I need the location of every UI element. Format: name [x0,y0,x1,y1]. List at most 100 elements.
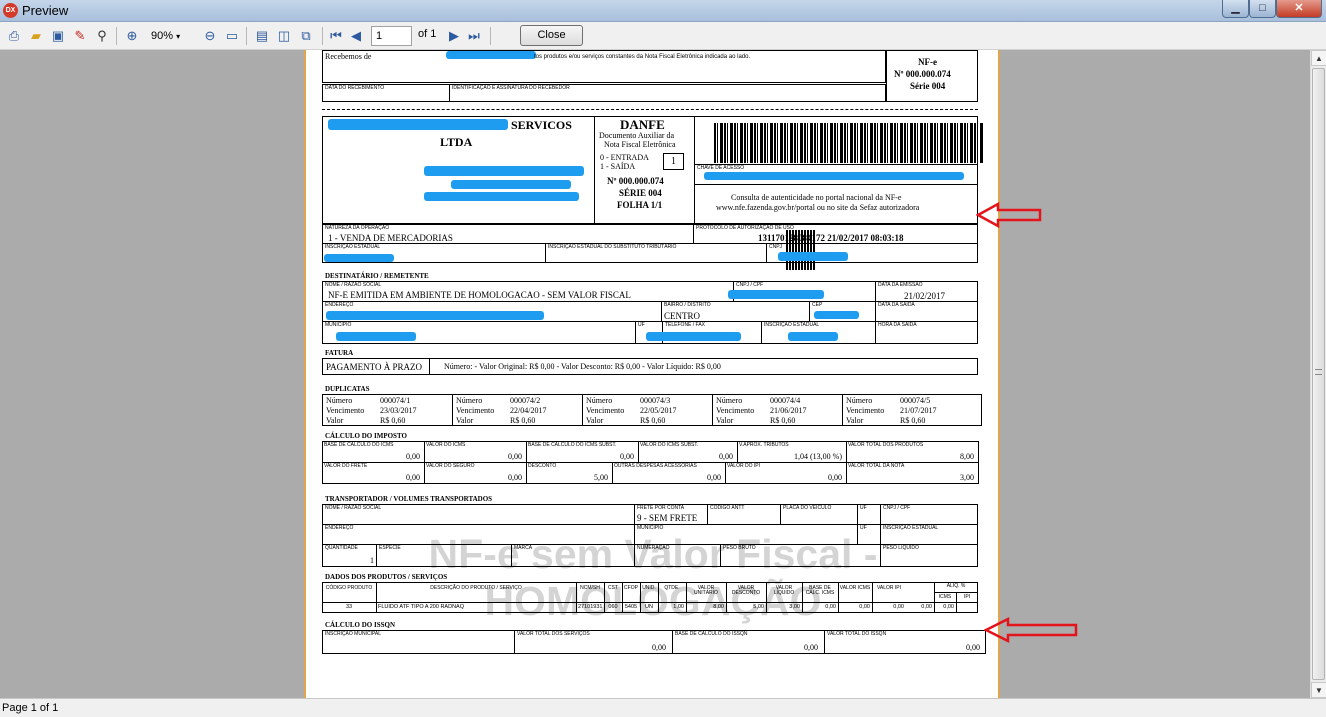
minimize-button[interactable]: ▁ [1222,0,1249,18]
imposto-label: VALOR DO FRETE [324,463,368,469]
scroll-up-icon[interactable]: ▲ [1311,50,1326,66]
zoom-out-icon[interactable]: ⊖ [200,26,220,46]
first-page-icon[interactable]: ⏮ [326,26,346,46]
ie-label: INSCRIÇÃO ESTADUAL [325,244,381,250]
redaction [778,252,848,261]
dup-num-label: Número [716,396,743,405]
dest-mun-label: MUNICÍPIO [325,322,352,328]
maximize-button[interactable]: □ [1249,0,1276,18]
dup-valor-label: Valor [586,416,604,425]
signature-label: IDENTIFICAÇÃO E ASSINATURA DO RECEBEDOR [452,85,570,91]
watermark: NF-e sem Valor Fiscal - HOMOLOGAÇÃO [328,531,978,625]
dup-valor: R$ 0,60 [900,416,926,425]
consulta-line1: Consulta de autenticidade no portal naci… [731,193,902,202]
danfe-sub2: Nota Fiscal Eletrônica [604,140,676,149]
tipo-saida: 1 - SAÍDA [600,162,636,171]
nfe-number: Nº 000.000.074 [894,69,951,79]
title-bar: DX Preview ▁ □ ✕ [0,0,1326,22]
two-pages-icon[interactable]: ◫ [274,26,294,46]
dup-venc: 22/04/2017 [510,406,547,415]
tipo-box: 1 [663,153,684,170]
scroll-down-icon[interactable]: ▼ [1311,682,1326,698]
scrollbar-thumb[interactable] [1312,68,1325,680]
zoom-value: 90% [151,30,174,42]
single-page-icon[interactable]: ▤ [252,26,272,46]
divider [582,394,583,426]
natureza-label: NATUREZA DA OPERAÇÃO [325,225,390,231]
issqn-vts: 0,00 [652,643,666,652]
tipo-entrada: 0 - ENTRADA [600,153,649,162]
dup-venc: 21/06/2017 [770,406,807,415]
danfe-number: Nº 000.000.074 [607,176,664,186]
open-folder-icon[interactable]: ▰ [26,26,46,46]
print-icon[interactable]: ⎙ [4,26,24,46]
annotation-arrow-icon [976,202,1042,228]
transp-placa-label: PLACA DO VEÍCULO [783,505,832,511]
transp-uf-label: UF [860,505,867,511]
redaction [324,254,394,262]
last-page-icon[interactable]: ⏭ [464,26,484,46]
chevron-down-icon: ▾ [176,32,181,41]
transp-antt-label: CÓDIGO ANTT [710,505,745,511]
vertical-scrollbar[interactable]: ▲ ▼ [1310,50,1326,698]
issqn-im-label: INSCRIÇÃO MUNICIPAL [325,631,382,637]
imposto-value: 0,00 [707,473,721,482]
export-pdf-icon[interactable]: ✎ [70,26,90,46]
redaction [424,192,579,201]
imposto-value: 0,00 [719,452,733,461]
zoom-select[interactable]: 90% ▾ [148,27,200,46]
receipt-text: tos produtos e/ou serviços constantes da… [534,54,751,60]
imposto-label: VALOR TOTAL DA NOTA [848,463,905,469]
dup-valor: R$ 0,60 [380,416,406,425]
next-page-icon[interactable]: ▶ [444,26,464,46]
close-button[interactable]: Close [520,25,583,46]
status-page: Page 1 of 1 [2,702,59,714]
fatura-detail: Número: - Valor Original: R$ 0,00 - Valo… [444,362,721,371]
transp-frete: 9 - SEM FRETE [637,513,698,523]
danfe-page: Recebemos de tos produtos e/ou serviços … [304,50,1000,698]
zoom-in-icon[interactable]: ⊕ [122,26,142,46]
preview-viewport: Recebemos de tos produtos e/ou serviços … [0,50,1310,698]
annotation-arrow-icon [984,617,1078,643]
imposto-label: BASE DE CÁLCULO DO ICMS [324,442,394,448]
dest-emissao-label: DATA DA EMISSÃO [878,282,923,288]
natureza-value: 1 - VENDA DE MERCADORIAS [328,233,453,243]
dup-venc: 22/05/2017 [640,406,677,415]
transp-cnpj-label: CNPJ / CPF [883,505,911,511]
multi-page-icon[interactable]: ⧉ [296,26,316,46]
danfe-sub1: Documento Auxiliar da [599,131,675,140]
date-received-label: DATA DO RECEBIMENTO [325,85,385,91]
page-width-icon[interactable]: ▭ [222,26,242,46]
cnpj-label: CNPJ [769,244,783,250]
dup-venc-label: Vencimento [716,406,755,415]
imposto-value: 0,00 [620,452,634,461]
imposto-label: VALOR TOTAL DOS PRODUTOS [848,442,924,448]
dup-venc-label: Vencimento [456,406,495,415]
issqn-base-label: BASE DE CÁLCULO DO ISSQN [675,631,748,637]
dup-venc: 21/07/2017 [900,406,937,415]
imposto-label: BASE DE CÁLCULO DO ICMS SUBST. [528,442,617,448]
dest-hora-label: HORA DA SAÍDA [878,322,917,328]
prev-page-icon[interactable]: ◀ [346,26,366,46]
dup-valor-label: Valor [456,416,474,425]
divider [452,394,453,426]
save-icon[interactable]: ▣ [48,26,68,46]
imposto-value: 5,00 [594,473,608,482]
transp-frete-label: FRETE POR CONTA [637,505,685,511]
nfe-serie: Série 004 [910,81,946,91]
dest-nome-label: NOME / RAZÃO SOCIAL [325,282,382,288]
danfe-title: DANFE [620,117,665,132]
redaction [704,172,964,180]
imposto-title: CÁLCULO DO IMPOSTO [325,432,407,440]
dup-num-label: Número [456,396,483,405]
imposto-label: DESCONTO [528,463,557,469]
find-icon[interactable]: ⚲ [92,26,112,46]
close-window-button[interactable]: ✕ [1276,0,1322,18]
redaction [728,290,824,299]
divider [842,394,843,426]
dest-title: DESTINATÁRIO / REMETENTE [325,272,429,280]
issqn-vts-label: VALOR TOTAL DOS SERVIÇOS [517,631,590,637]
page-number-input[interactable]: 1 [371,26,412,46]
dup-num: 000074/4 [770,396,801,405]
barcode [714,123,984,163]
